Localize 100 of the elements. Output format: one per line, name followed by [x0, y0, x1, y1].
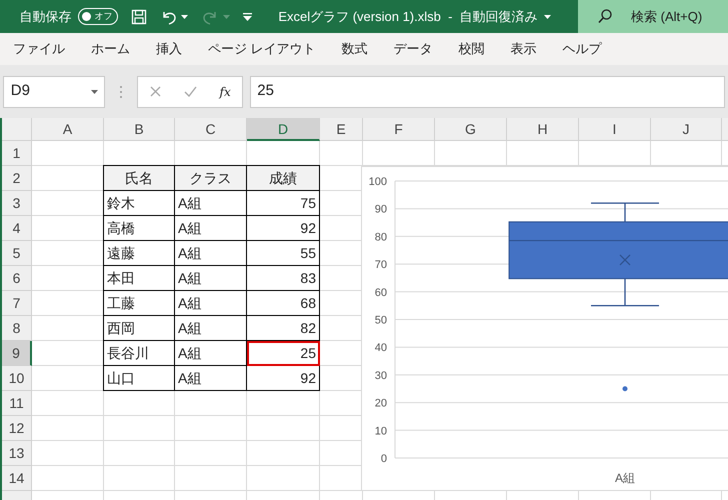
table-cell[interactable]: 本田 — [104, 266, 175, 291]
ribbon-tab[interactable]: ページ レイアウト — [208, 39, 316, 59]
sheet-cell[interactable] — [175, 466, 247, 491]
table-cell[interactable]: 82 — [247, 316, 320, 341]
sheet-cell[interactable] — [32, 266, 104, 291]
table-cell[interactable]: A組 — [175, 316, 247, 341]
cancel-icon[interactable] — [150, 86, 161, 97]
column-header[interactable]: A — [32, 118, 104, 141]
sheet-cell[interactable] — [320, 141, 363, 166]
sheet-cell[interactable] — [247, 141, 320, 166]
table-cell[interactable]: 長谷川 — [104, 341, 175, 366]
row-header[interactable]: 5 — [2, 241, 32, 266]
select-all-button[interactable] — [2, 118, 32, 141]
ribbon-tab[interactable]: 数式 — [342, 39, 368, 59]
ribbon-tab[interactable]: 挿入 — [156, 39, 182, 59]
sheet-cell[interactable] — [247, 391, 320, 416]
row-header[interactable]: 9 — [2, 341, 32, 366]
row-header[interactable]: 14 — [2, 466, 32, 491]
sheet-cell[interactable] — [363, 141, 435, 166]
column-header[interactable]: F — [363, 118, 435, 141]
search-field[interactable]: 検索 (Alt+Q) — [578, 0, 728, 33]
sheet-cell[interactable] — [32, 441, 104, 466]
function-button[interactable]: fx — [220, 82, 231, 100]
sheet-cell[interactable] — [507, 141, 579, 166]
column-header[interactable]: I — [579, 118, 651, 141]
table-cell[interactable]: 92 — [247, 366, 320, 391]
sheet-cell[interactable] — [247, 441, 320, 466]
sheet-cell[interactable] — [32, 141, 104, 166]
table-cell[interactable]: 92 — [247, 216, 320, 241]
table-cell[interactable]: A組 — [175, 216, 247, 241]
row-header[interactable]: 12 — [2, 416, 32, 441]
column-header[interactable]: G — [435, 118, 507, 141]
row-header[interactable]: 3 — [2, 191, 32, 216]
ribbon-tab[interactable]: 校閲 — [458, 39, 485, 59]
check-icon[interactable] — [184, 86, 197, 97]
ribbon-tab[interactable]: 表示 — [510, 39, 537, 59]
table-cell[interactable]: A組 — [175, 266, 247, 291]
sheet-cell[interactable] — [175, 416, 247, 441]
ribbon-tab[interactable]: ヘルプ — [562, 39, 602, 59]
table-cell[interactable]: A組 — [175, 366, 247, 391]
sheet-cell[interactable] — [104, 441, 175, 466]
row-header[interactable]: 10 — [2, 366, 32, 391]
column-header[interactable] — [722, 118, 728, 141]
sheet-cell[interactable] — [32, 216, 104, 241]
sheet-cell[interactable] — [32, 341, 104, 366]
ribbon-tab[interactable]: ホーム — [91, 39, 130, 59]
customize-icon[interactable] — [242, 12, 252, 20]
table-cell[interactable]: A組 — [175, 341, 247, 366]
sheet-cell[interactable] — [32, 241, 104, 266]
table-cell[interactable]: 遠藤 — [104, 241, 175, 266]
sheet-cell[interactable] — [579, 141, 651, 166]
row-header[interactable]: 7 — [2, 291, 32, 316]
sheet-cell[interactable] — [651, 141, 722, 166]
row-header[interactable]: 6 — [2, 266, 32, 291]
table-cell[interactable]: 鈴木 — [104, 191, 175, 216]
sheet-cell[interactable] — [32, 166, 104, 191]
column-header[interactable]: D — [247, 118, 320, 141]
ribbon-tab[interactable]: ファイル — [13, 39, 65, 59]
caret-icon[interactable] — [544, 14, 552, 18]
sheet-cell[interactable] — [32, 366, 104, 391]
column-header[interactable]: H — [507, 118, 579, 141]
table-cell[interactable]: A組 — [175, 241, 247, 266]
column-header[interactable]: J — [651, 118, 722, 141]
sheet-cell[interactable] — [247, 416, 320, 441]
row-header[interactable]: 13 — [2, 441, 32, 466]
save-icon[interactable] — [131, 8, 147, 24]
sheet-cell[interactable] — [104, 391, 175, 416]
sheet-cell[interactable] — [32, 191, 104, 216]
sheet-cell[interactable] — [104, 141, 175, 166]
sheet-cell[interactable] — [104, 416, 175, 441]
table-cell[interactable]: A組 — [175, 191, 247, 216]
sheet-cell[interactable] — [104, 466, 175, 491]
table-cell[interactable]: 山口 — [104, 366, 175, 391]
table-cell[interactable]: 68 — [247, 291, 320, 316]
column-header[interactable]: E — [320, 118, 363, 141]
table-cell[interactable]: A組 — [175, 291, 247, 316]
caret-icon[interactable] — [90, 90, 98, 94]
ribbon-tab[interactable]: データ — [394, 39, 433, 59]
table-cell[interactable]: 高橋 — [104, 216, 175, 241]
sheet-cell[interactable] — [32, 291, 104, 316]
sheet-cell[interactable] — [32, 416, 104, 441]
formula-field[interactable]: 25 — [250, 76, 725, 108]
table-cell[interactable]: 25 — [247, 341, 320, 366]
sheet-cell[interactable] — [175, 391, 247, 416]
row-header[interactable]: 8 — [2, 316, 32, 341]
table-cell[interactable]: 西岡 — [104, 316, 175, 341]
sheet-cell[interactable] — [32, 391, 104, 416]
table-cell[interactable]: 83 — [247, 266, 320, 291]
row-header[interactable]: 11 — [2, 391, 32, 416]
name-box[interactable]: D9 — [3, 76, 106, 108]
column-header[interactable]: B — [104, 118, 175, 141]
sheet-cell[interactable] — [32, 466, 104, 491]
row-header[interactable]: 1 — [2, 141, 32, 166]
sheet-cell[interactable] — [435, 141, 507, 166]
sheet-cell[interactable] — [247, 466, 320, 491]
sheet-cell[interactable] — [175, 441, 247, 466]
table-cell[interactable]: 75 — [247, 191, 320, 216]
table-cell[interactable]: 工藤 — [104, 291, 175, 316]
sheet-cell[interactable] — [175, 141, 247, 166]
row-header[interactable]: 2 — [2, 166, 32, 191]
